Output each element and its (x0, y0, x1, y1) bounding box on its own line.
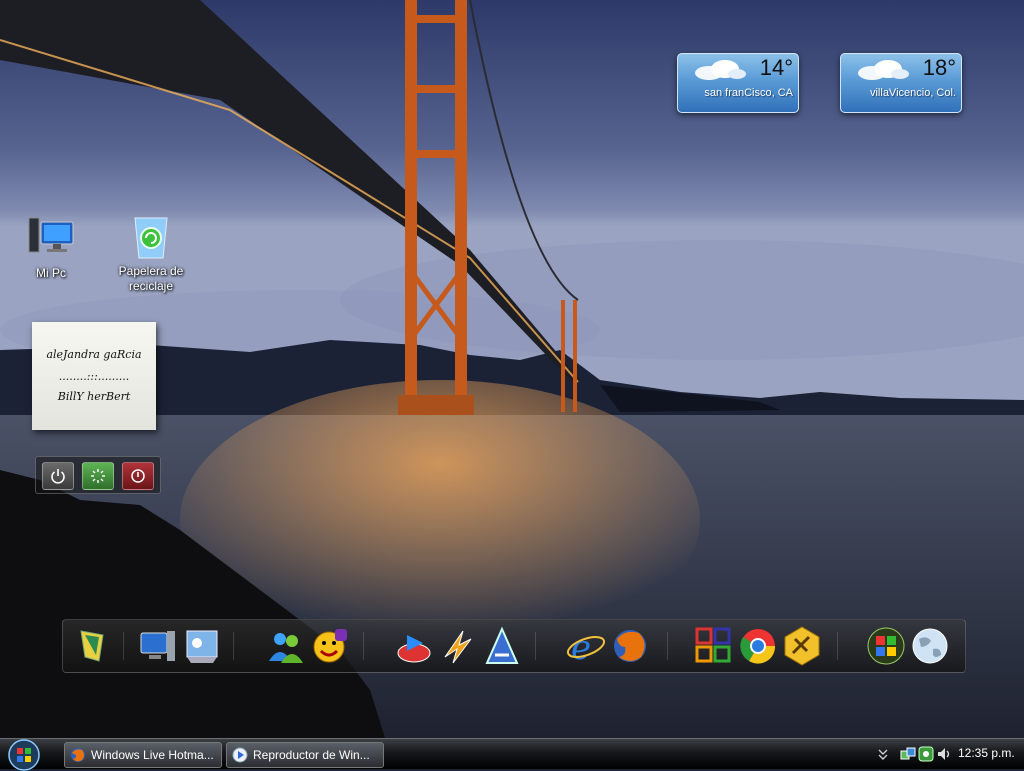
restart-icon (91, 469, 105, 483)
weather-city: villaVicencio, Col. (869, 87, 956, 99)
power-button[interactable] (42, 462, 74, 490)
chevron-up-icon[interactable] (878, 748, 888, 760)
desktop-icon-label: Mi Pc (36, 266, 66, 280)
firefox-icon (71, 748, 85, 762)
desktop-icon-mi-pc[interactable]: Mi Pc (6, 214, 96, 281)
network-icon[interactable] (900, 746, 916, 762)
note-line: BillY herBert (57, 390, 131, 403)
firefox-icon[interactable] (609, 625, 651, 667)
chrome-icon[interactable] (737, 625, 779, 667)
shutdown-button[interactable] (122, 462, 154, 490)
cloud-icon (695, 60, 746, 80)
taskbar-button-hotmail[interactable]: Windows Live Hotma... (64, 742, 222, 768)
sticky-note[interactable]: aleJandra gaRcia ........:::......... Bi… (32, 322, 156, 430)
weather-gadget[interactable]: 18° villaVicencio, Col. (840, 53, 962, 113)
dock-separator (667, 632, 668, 660)
weather-temperature: 14° (759, 55, 793, 80)
desktop-icon-label: Papelera de reciclaje (118, 264, 184, 293)
weather-city: san franCisco, CA (704, 87, 793, 99)
winamp-icon[interactable] (437, 625, 479, 667)
weather-gadget[interactable]: 14° san franCisco, CA (677, 53, 799, 113)
dock-separator (233, 632, 234, 660)
cloud-icon (858, 60, 909, 80)
note-line: ........:::......... (58, 370, 130, 383)
computer-icon (27, 214, 75, 262)
dock-separator (837, 632, 838, 660)
restart-button[interactable] (82, 462, 114, 490)
my-computer-icon[interactable] (137, 625, 179, 667)
media-player-icon[interactable] (393, 625, 435, 667)
messenger-icon[interactable] (265, 625, 307, 667)
dock-separator (123, 632, 124, 660)
media-player-icon (232, 747, 248, 763)
dock-separator (363, 632, 364, 660)
dock-separator (535, 632, 536, 660)
globe-icon[interactable] (909, 625, 951, 667)
internet-explorer-icon[interactable]: e (565, 625, 607, 667)
power-icon (51, 469, 65, 484)
control-panel-icon[interactable] (181, 625, 223, 667)
taskbar-clock[interactable]: 12:35 p.m. (958, 746, 1015, 760)
recycle-bin-icon (127, 212, 175, 260)
shutdown-icon (131, 469, 145, 483)
note-line: aleJandra gaRcia (46, 348, 142, 361)
start-button[interactable] (4, 737, 44, 771)
volume-icon[interactable] (936, 746, 952, 762)
dock-bar: e (62, 619, 966, 673)
windows-icon[interactable] (865, 625, 907, 667)
yahoo-messenger-icon[interactable] (309, 625, 351, 667)
shutdown-gadget (35, 456, 161, 494)
taskbar-button-label: Windows Live Hotma... (91, 748, 214, 762)
weather-temperature: 18° (922, 55, 956, 80)
tools-icon[interactable] (781, 625, 823, 667)
taskbar: Windows Live Hotma... Reproductor de Win… (0, 737, 1024, 771)
green-tray-icon[interactable] (918, 746, 934, 762)
taskbar-button-media-player[interactable]: Reproductor de Win... (226, 742, 384, 768)
office-icon[interactable] (693, 625, 735, 667)
avant-icon[interactable] (481, 625, 523, 667)
desktop-icon-recycle-bin[interactable]: Papelera de reciclaje (106, 212, 196, 294)
svg-text:e: e (571, 628, 591, 667)
rocketdock-icon[interactable] (71, 625, 113, 667)
taskbar-button-label: Reproductor de Win... (253, 748, 370, 762)
